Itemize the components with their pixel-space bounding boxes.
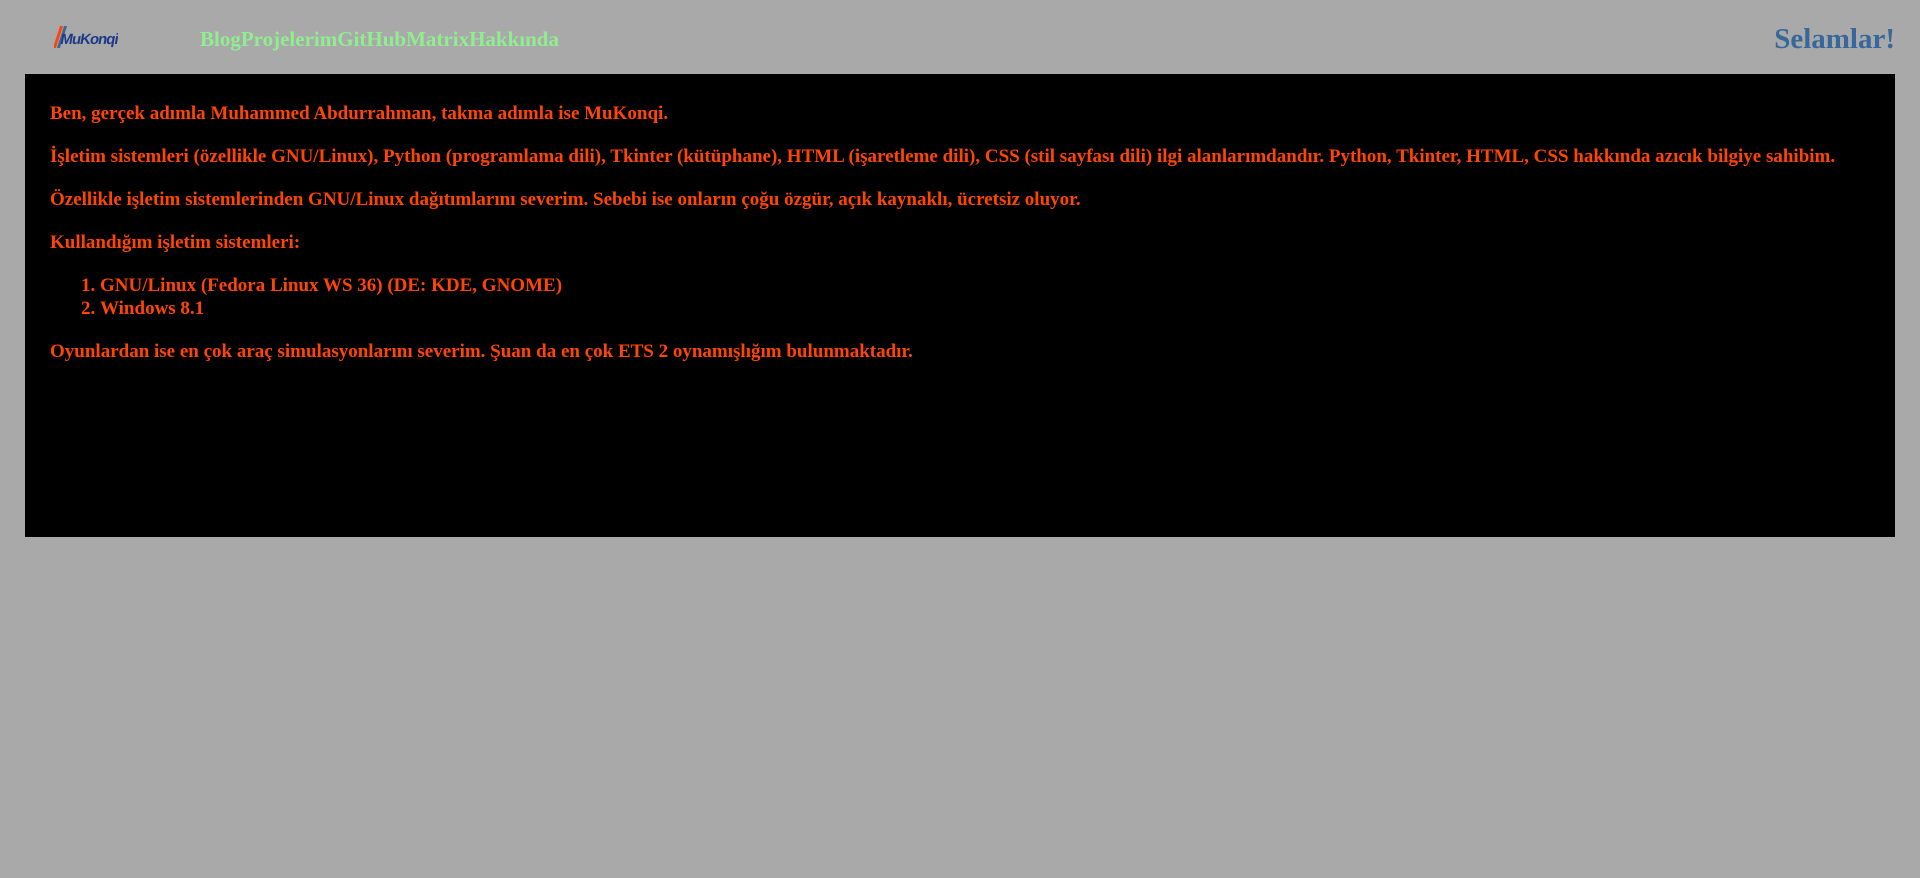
nav-link-blog[interactable]: Blog xyxy=(200,26,241,52)
svg-text:MuKonqi: MuKonqi xyxy=(59,31,118,48)
site-logo[interactable]: MuKonqi xyxy=(54,20,118,54)
linux-preference-paragraph: Özellikle işletim sistemlerinden GNU/Lin… xyxy=(50,189,1081,210)
greeting-title: Selamlar! xyxy=(1774,23,1895,55)
intro-paragraph: Ben, gerçek adımla Muhammed Abdurrahman,… xyxy=(50,103,669,124)
os-list-item: Windows 8.1 xyxy=(100,297,1870,320)
os-list-heading: Kullandığım işletim sistemleri: xyxy=(50,232,301,253)
games-paragraph: Oyunlardan ise en çok araç simulasyonlar… xyxy=(50,341,913,362)
os-list: GNU/Linux (Fedora Linux WS 36) (DE: KDE,… xyxy=(50,274,1870,320)
nav-link-matrix[interactable]: Matrix xyxy=(406,26,469,52)
nav-link-about[interactable]: Hakkında xyxy=(469,26,559,52)
interests-paragraph: İşletim sistemleri (özellikle GNU/Linux)… xyxy=(50,146,1836,167)
nav-link-projects[interactable]: Projelerim xyxy=(241,26,337,52)
os-list-item: GNU/Linux (Fedora Linux WS 36) (DE: KDE,… xyxy=(100,274,1870,297)
site-header: MuKonqi Blog Projelerim GitHub Matrix Ha… xyxy=(0,0,1920,74)
main-nav: Blog Projelerim GitHub Matrix Hakkında xyxy=(200,26,559,52)
about-panel: Ben, gerçek adımla Muhammed Abdurrahman,… xyxy=(25,74,1895,537)
nav-link-github[interactable]: GitHub xyxy=(337,26,406,52)
